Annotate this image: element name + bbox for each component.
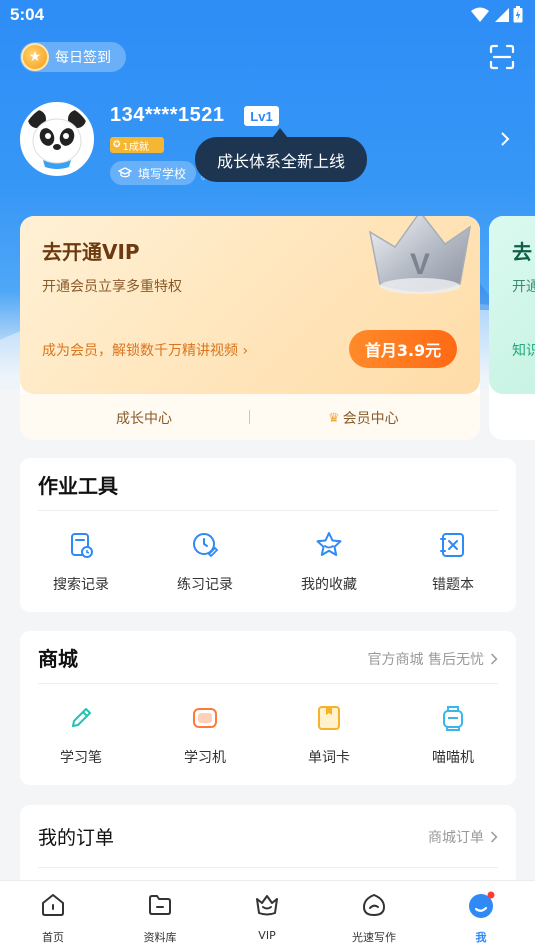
graduation-cap-icon [118,167,132,178]
vip-card-links: 成长中心 ♛ 会员中心 [20,394,480,440]
mistake-book-icon [440,533,464,557]
battery-icon [513,6,523,23]
avatar[interactable] [20,102,94,176]
tab-label: 首页 [42,931,64,944]
vip-crown-icon [256,895,278,916]
vip-subscribe-button[interactable]: 首月3.9元 [349,330,457,368]
growth-tooltip[interactable]: 成长体系全新上线 [195,137,367,182]
medal-icon: ✪ [113,140,121,150]
mall-item-label: 单词卡 [308,750,350,766]
next-promo-card-top: 去 开通 知识 [489,216,535,394]
vip-subtitle: 开通会员立享多重特权 [42,279,182,295]
writing-icon [362,893,386,917]
search-history-icon [71,533,93,558]
status-icons [471,6,523,23]
achievement-label: 1成就 [122,141,149,153]
member-crown-icon: ♛ [328,410,340,426]
vip-promo-link[interactable]: 成为会员，解锁数千万精讲视频 › [42,340,248,360]
bottom-tab-bar: 首页 资料库 VIP 光速写作 我 [0,880,535,951]
tool-search-history[interactable]: 搜索记录 [31,530,131,594]
school-label: 填写学校 [138,166,187,181]
next-promo-card[interactable]: 去 开通 知识 [489,216,535,440]
mall-item-printer[interactable]: 喵喵机 [403,703,503,767]
tool-practice-history[interactable]: 练习记录 [155,530,255,594]
mall-item-label: 学习笔 [60,750,102,766]
mall-item-label: 喵喵机 [432,750,474,766]
folder-icon [149,895,171,915]
favorites-icon [316,532,342,556]
tooltip-text: 成长体系全新上线 [216,151,345,171]
official-mall-link[interactable]: 官方商城 售后无忧 [368,649,498,669]
mall-orders-link[interactable]: 商城订单 [428,827,498,847]
divider [38,867,498,868]
tool-label: 搜索记录 [53,577,109,593]
checkin-label: 每日签到 [55,50,111,66]
orders-title: 我的订单 [38,827,115,849]
study-machine-icon [193,708,217,728]
tab-label: 我 [475,931,487,944]
mall-panel: 商城 官方商城 售后无忧 学习笔 学习机 单词卡 喵喵机 [20,631,516,785]
chevron-right-icon[interactable] [499,132,511,146]
achievement-badge[interactable]: ✪ 1成就 [110,137,164,153]
signal-icon [495,7,509,22]
divider [38,510,498,511]
homework-tools-panel: 作业工具 搜索记录 练习记录 我的收藏 错题本 [20,458,516,612]
divider [249,410,250,424]
status-bar: 5:04 [0,0,535,30]
tool-mistake-book[interactable]: 错题本 [403,530,503,594]
divider [38,683,498,684]
tab-me[interactable]: 我 [441,891,521,945]
tab-writing[interactable]: 光速写作 [334,891,414,945]
member-center-label: 会员中心 [342,411,399,427]
user-phone: 134****1521 [110,104,225,126]
tab-vip[interactable]: VIP [227,891,307,942]
peek-subtitle: 开通 [512,279,535,295]
tab-library[interactable]: 资料库 [120,891,200,945]
mall-item-word-card[interactable]: 单词卡 [279,703,379,767]
mall-item-study-pen[interactable]: 学习笔 [31,703,131,767]
scan-icon[interactable] [489,44,515,70]
mall-item-label: 学习机 [184,750,226,766]
tab-label: 光速写作 [352,931,396,944]
home-icon [42,894,64,916]
tools-title: 作业工具 [38,474,118,498]
chevron-right-icon: › [242,343,249,359]
chevron-right-icon [490,831,498,843]
crown-letter: V [410,248,430,281]
vip-button-label: 首月3.9元 [364,341,442,360]
printer-icon [443,706,463,731]
word-card-icon [318,706,340,730]
growth-center-link[interactable]: 成长中心 [116,408,172,428]
star-coin-icon: ★ [21,43,49,71]
member-center-link[interactable]: ♛ 会员中心 [328,408,399,428]
peek-title: 去 [512,240,532,264]
tool-label: 我的收藏 [301,577,357,593]
vip-title: 去开通VIP [42,240,140,264]
crown-icon: V [368,216,472,294]
mall-orders-label: 商城订单 [428,830,484,846]
mall-item-study-machine[interactable]: 学习机 [155,703,255,767]
status-time: 5:04 [10,5,45,24]
chevron-right-icon [490,653,498,665]
me-icon [469,891,495,918]
fill-school-button[interactable]: 填写学校 [110,161,196,185]
tool-label: 练习记录 [177,577,233,593]
mall-title: 商城 [38,647,78,671]
tool-label: 错题本 [432,577,474,593]
panda-avatar-icon [23,105,91,173]
official-mall-label: 官方商城 售后无忧 [367,652,484,668]
tab-home[interactable]: 首页 [13,891,93,945]
tab-label: VIP [258,929,276,942]
vip-card[interactable]: 去开通VIP 开通会员立享多重特权 成为会员，解锁数千万精讲视频 › 首月3.9… [20,216,480,440]
study-pen-icon [72,708,91,727]
vip-promo-text: 成为会员，解锁数千万精讲视频 [42,343,238,359]
level-badge[interactable]: Lv1 [244,106,279,126]
tool-favorites[interactable]: 我的收藏 [279,530,379,594]
wifi-icon [471,7,489,22]
tab-label: 资料库 [143,931,177,944]
peek-promo: 知识 [512,343,535,359]
daily-checkin-button[interactable]: ★ 每日签到 [20,42,126,72]
practice-history-icon [193,533,219,558]
